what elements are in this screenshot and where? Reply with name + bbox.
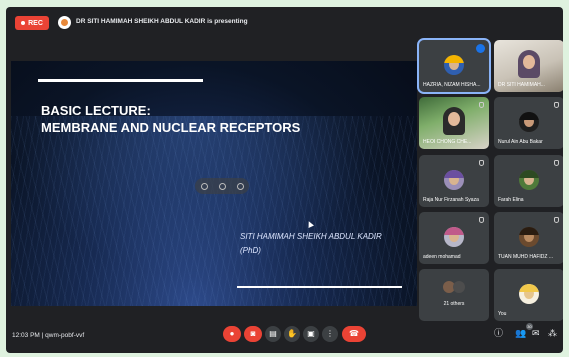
participant-tile[interactable]: DR SITI HAMIMAH... <box>494 40 563 92</box>
present-button[interactable]: ▣ <box>303 326 319 342</box>
raise-hand-button[interactable]: ✋ <box>284 326 300 342</box>
hang-up-icon: ☎ <box>349 329 359 338</box>
meeting-info: 12:03 PM | qwm-pobf-vvf <box>12 332 84 339</box>
avatar <box>444 55 464 75</box>
chat-icon[interactable]: ✉ <box>532 329 540 338</box>
participant-tile[interactable]: Farah Elina <box>494 155 563 207</box>
more-vert-icon: ⋮ <box>326 329 334 338</box>
participant-name: DR SITI HAMIMAH... <box>498 82 545 88</box>
microphone-button[interactable]: ● <box>223 326 241 342</box>
participant-name: HAZRIA, NIZAM HISHA... <box>423 82 481 88</box>
mute-presenter-icon[interactable] <box>218 182 226 190</box>
participant-name: Raja Nur Firzanah Syaza <box>423 197 479 203</box>
camera-button[interactable]: ◙ <box>244 326 262 342</box>
participant-tile[interactable]: HEOI CHONG CHE... <box>419 97 489 149</box>
presentation-controls[interactable] <box>195 178 249 194</box>
meeting-details-icon[interactable]: ⓘ <box>494 329 503 338</box>
people-icon[interactable]: 👥 <box>515 329 526 338</box>
avatar <box>519 170 539 190</box>
captions-icon: ▤ <box>269 329 277 338</box>
control-bar: 12:03 PM | qwm-pobf-vvf ● ◙ ▤ ✋ ▣ ⋮ ☎ ⓘ … <box>6 315 563 353</box>
top-bar: REC DR SITI HAMIMAH SHEIKH ABDUL KADIR i… <box>6 7 563 37</box>
slide-author-name: SITI HAMIMAH SHEIKH ABDUL KADIR <box>240 232 382 241</box>
more-options-icon[interactable] <box>236 182 244 190</box>
participant-name: TUAN MUHD HAFIDZ ... <box>498 254 553 260</box>
record-dot-icon <box>21 21 26 25</box>
captions-button[interactable]: ▤ <box>265 326 281 342</box>
slide-title-line-2: MEMBRANE AND NUCLEAR RECEPTORS <box>41 120 301 135</box>
slide-title-line-1: BASIC LECTURE: <box>41 103 151 118</box>
others-count: 21 others <box>443 301 465 307</box>
meeting-code: qwm-pobf-vvf <box>45 332 85 339</box>
presenter-avatar-icon <box>58 16 71 29</box>
meet-window: REC DR SITI HAMIMAH SHEIKH ABDUL KADIR i… <box>6 7 563 353</box>
camera-off-icon: ◙ <box>250 329 256 338</box>
self-tile[interactable]: You <box>494 269 563 321</box>
mic-off-icon <box>479 160 484 166</box>
recording-label: REC <box>28 19 43 27</box>
participant-name: Nurul Ain Abu Bakar <box>498 139 543 145</box>
mic-off-icon <box>479 217 484 223</box>
participant-video <box>518 50 540 78</box>
participant-name: Farah Elina <box>498 197 524 203</box>
activities-icon[interactable]: ⁂ <box>548 329 557 338</box>
shared-screen: BASIC LECTURE: MEMBRANE AND NUCLEAR RECE… <box>11 61 417 306</box>
avatar <box>519 112 539 132</box>
meeting-separator: | <box>41 332 44 339</box>
avatar <box>444 227 464 247</box>
mic-off-icon <box>479 102 484 108</box>
participant-tile[interactable]: adeen mohamad <box>419 212 489 264</box>
slide-top-rule <box>38 79 203 82</box>
mic-off-icon: ● <box>229 329 235 338</box>
participant-tile[interactable]: Nurul Ain Abu Bakar <box>494 97 563 149</box>
avatar <box>519 227 539 247</box>
mic-off-icon <box>554 217 559 223</box>
recording-indicator: REC <box>15 16 49 30</box>
others-avatar-group <box>443 281 467 295</box>
meeting-time: 12:03 PM <box>12 332 40 339</box>
participant-tile[interactable]: HAZRIA, NIZAM HISHA... <box>417 38 491 94</box>
participant-name: HEOI CHONG CHE... <box>423 139 472 145</box>
more-options-button[interactable]: ⋮ <box>322 326 338 342</box>
mic-off-icon <box>554 102 559 108</box>
pin-icon[interactable] <box>200 182 208 190</box>
participant-video <box>443 107 465 135</box>
participant-tile[interactable]: TUAN MUHD HAFIDZ ... <box>494 212 563 264</box>
slide-background <box>11 116 417 306</box>
speaking-indicator-icon <box>476 44 485 53</box>
participant-tile[interactable]: Raja Nur Firzanah Syaza <box>419 155 489 207</box>
leave-call-button[interactable]: ☎ <box>342 326 366 342</box>
slide-bottom-rule <box>237 286 402 288</box>
slide-author-degree: (PhD) <box>240 246 261 255</box>
avatar <box>444 170 464 190</box>
participant-name: adeen mohamad <box>423 254 461 260</box>
mic-off-icon <box>554 160 559 166</box>
presenting-status: DR SITI HAMIMAH SHEIKH ABDUL KADIR is pr… <box>76 18 248 25</box>
raise-hand-icon: ✋ <box>287 329 297 338</box>
present-screen-icon: ▣ <box>307 329 315 338</box>
avatar <box>519 284 539 304</box>
others-tile[interactable]: 21 others <box>419 269 489 321</box>
